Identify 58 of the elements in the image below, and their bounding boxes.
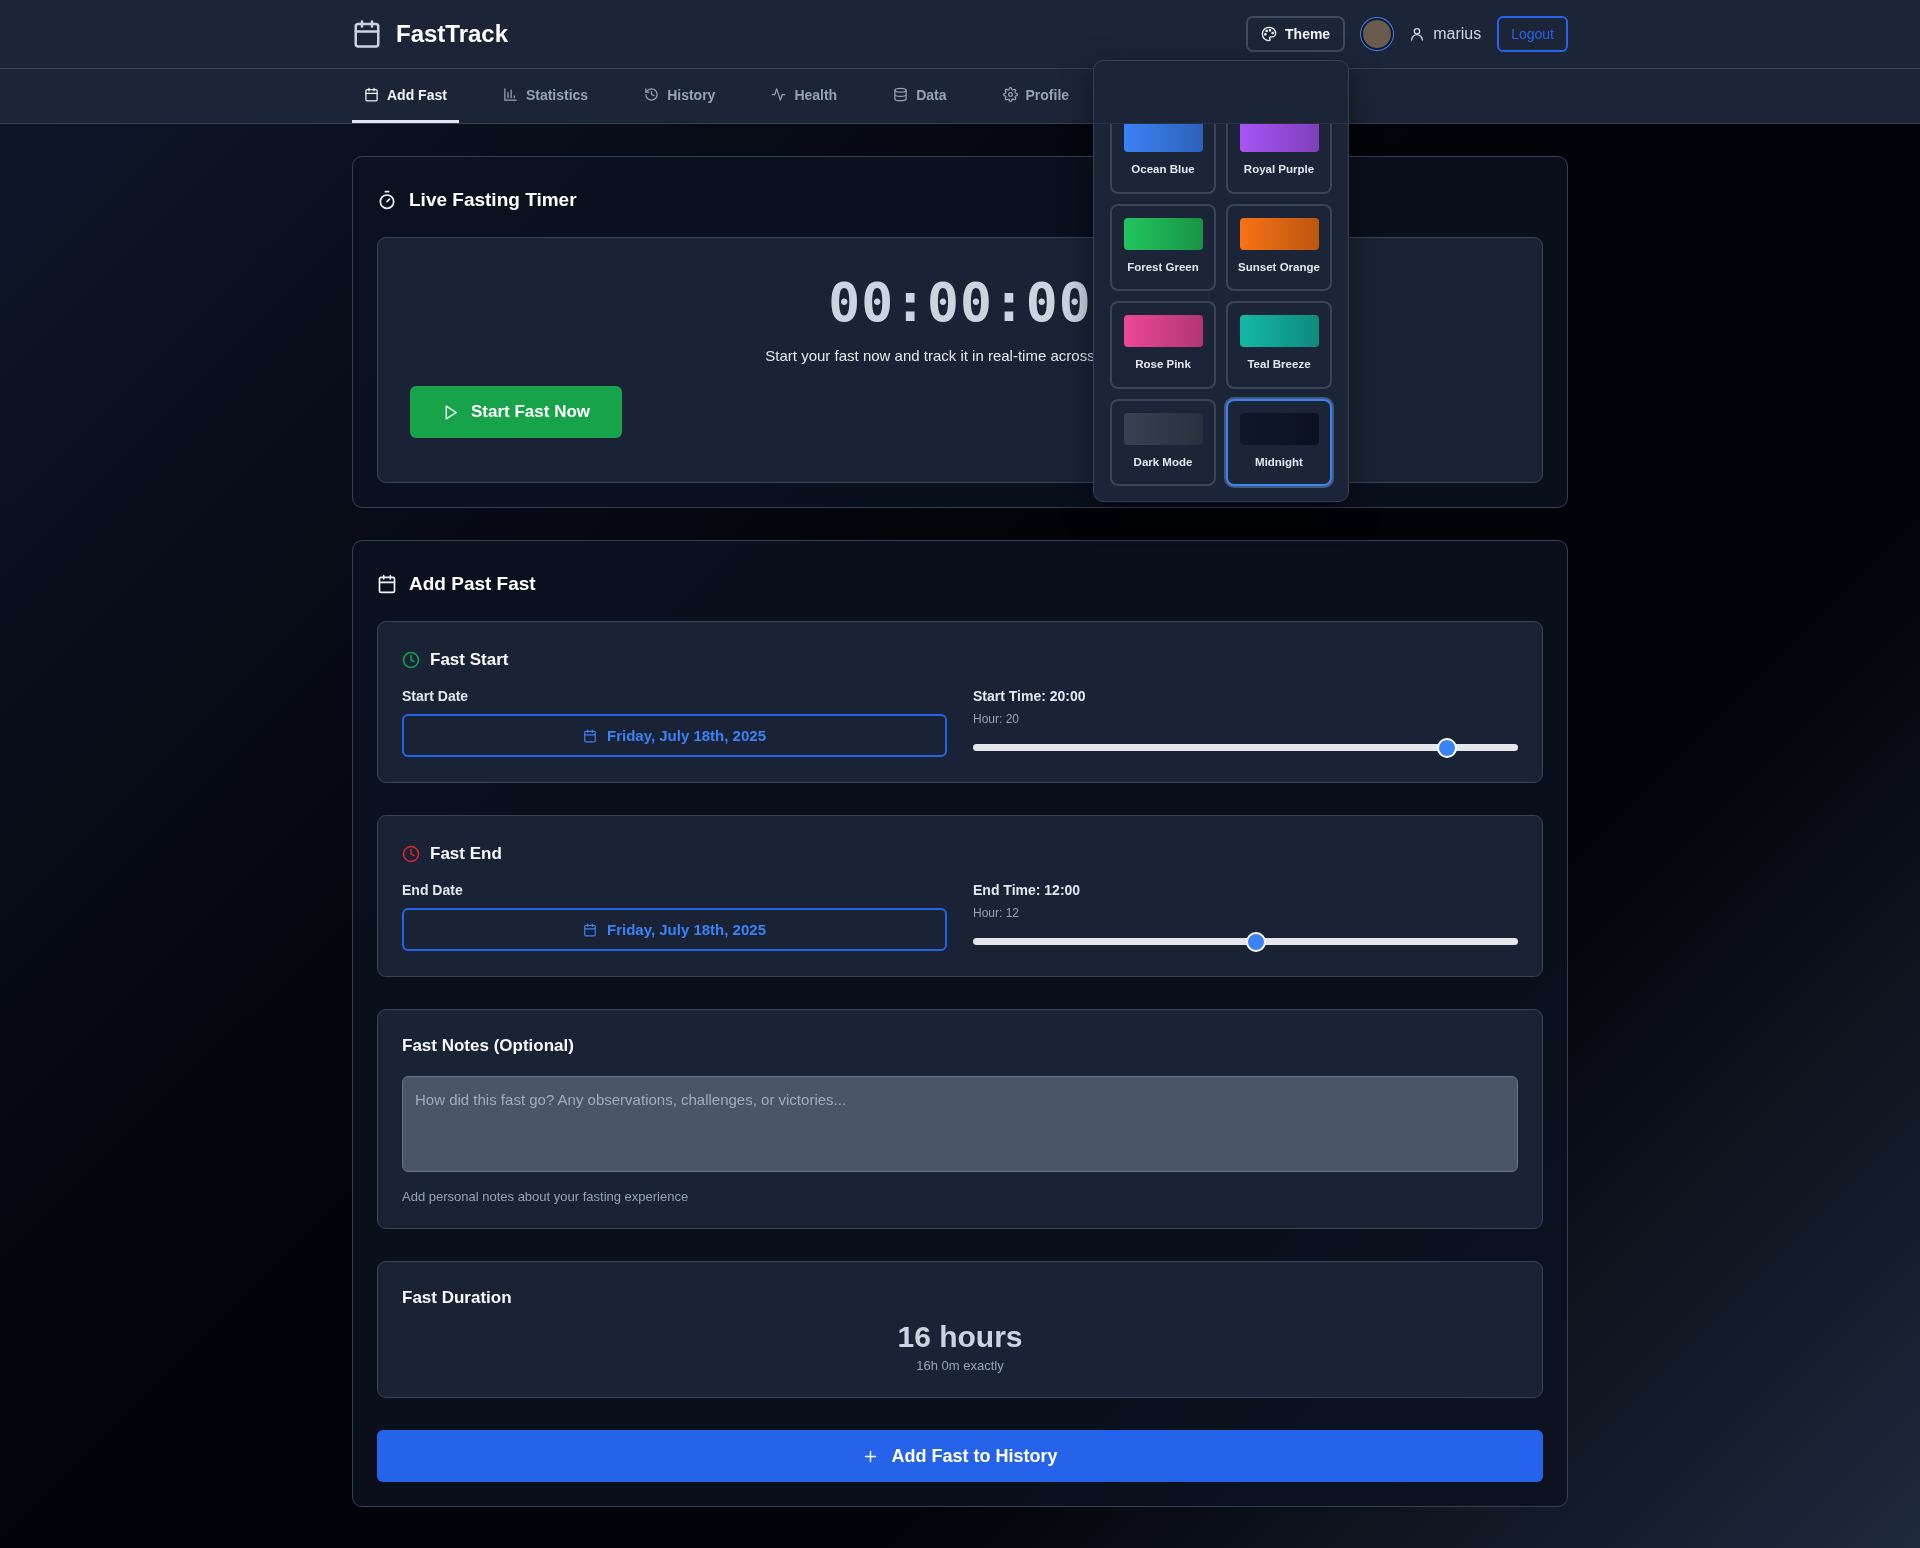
nav-tab[interactable]: Data bbox=[881, 69, 959, 123]
nav-tab[interactable]: History bbox=[632, 69, 728, 123]
bar-chart-icon bbox=[502, 87, 518, 102]
theme-option[interactable]: Royal Purple bbox=[1226, 124, 1332, 194]
date-picker[interactable]: Friday, July 18th, 2025 bbox=[402, 714, 947, 757]
theme-option[interactable]: Dark Mode bbox=[1110, 398, 1216, 487]
nav-tab[interactable]: Add Fast bbox=[352, 69, 459, 123]
hour-label: Hour: 20 bbox=[973, 712, 1021, 726]
theme-option[interactable]: Ocean Blue bbox=[1110, 124, 1216, 194]
notes-field[interactable]: How did this fast go? Any observations, challenges, or victories... bbox=[402, 1076, 1518, 1172]
card-title: Live Fasting Timer bbox=[409, 189, 577, 211]
settings-icon bbox=[1002, 87, 1018, 102]
nav-tab[interactable]: Profile bbox=[990, 69, 1082, 123]
app-title: FastTrack bbox=[396, 20, 509, 48]
section-title: Fast End bbox=[430, 844, 502, 864]
username: marius bbox=[1433, 25, 1482, 43]
field-label: End Time: 12:00 bbox=[973, 882, 1082, 898]
slider-thumb[interactable] bbox=[1437, 738, 1458, 758]
theme-option[interactable]: Forest Green bbox=[1110, 203, 1216, 292]
nav-tab[interactable]: Statistics bbox=[490, 69, 601, 123]
theme-option[interactable]: Teal Breeze bbox=[1226, 301, 1332, 389]
theme-option[interactable]: Midnight bbox=[1226, 398, 1332, 487]
timer-display: 00:00:00 bbox=[828, 272, 1092, 333]
date-picker[interactable]: Friday, July 18th, 2025 bbox=[402, 908, 947, 951]
stopwatch-icon bbox=[377, 190, 397, 210]
theme-option[interactable]: Rose Pink bbox=[1110, 301, 1216, 389]
time-slider[interactable] bbox=[973, 738, 1518, 758]
hour-label: Hour: 12 bbox=[973, 906, 1021, 920]
theme-button[interactable]: Theme bbox=[1246, 16, 1346, 52]
field-label: End Date bbox=[402, 882, 464, 898]
calendar-icon bbox=[583, 728, 597, 743]
section-title: Fast Notes (Optional) bbox=[402, 1036, 575, 1056]
clock-icon bbox=[402, 651, 420, 669]
duration-value: 16 hours bbox=[897, 1320, 1023, 1354]
duration-detail: 16h 0m exactly bbox=[916, 1358, 1004, 1373]
palette-icon bbox=[1261, 26, 1278, 42]
field-label: Start Time: 20:00 bbox=[973, 688, 1087, 704]
avatar[interactable] bbox=[1361, 18, 1394, 50]
user-icon bbox=[1409, 26, 1426, 42]
calendar-icon bbox=[352, 19, 382, 49]
add-fast-button[interactable]: Add Fast to History bbox=[377, 1430, 1543, 1482]
database-icon bbox=[893, 87, 909, 102]
calendar-icon bbox=[364, 87, 379, 102]
section-title: Fast Start bbox=[430, 650, 509, 670]
clock-icon bbox=[402, 845, 420, 863]
field-label: Start Date bbox=[402, 688, 470, 704]
calendar-icon bbox=[583, 922, 597, 937]
nav-tab[interactable]: Health bbox=[759, 69, 850, 123]
history-icon bbox=[644, 87, 660, 102]
pulse-icon bbox=[771, 87, 787, 102]
timer-caption: Start your fast now and track it in real-time across bbox=[765, 347, 1095, 364]
theme-option[interactable]: Sunset Orange bbox=[1226, 203, 1332, 292]
slider-thumb[interactable] bbox=[1246, 932, 1267, 952]
card-title: Add Past Fast bbox=[409, 573, 536, 595]
help-text: Add personal notes about your fasting experience bbox=[402, 1189, 690, 1204]
section-title: Fast Duration bbox=[402, 1288, 513, 1308]
time-slider[interactable] bbox=[973, 932, 1518, 952]
calendar-icon bbox=[377, 574, 397, 594]
